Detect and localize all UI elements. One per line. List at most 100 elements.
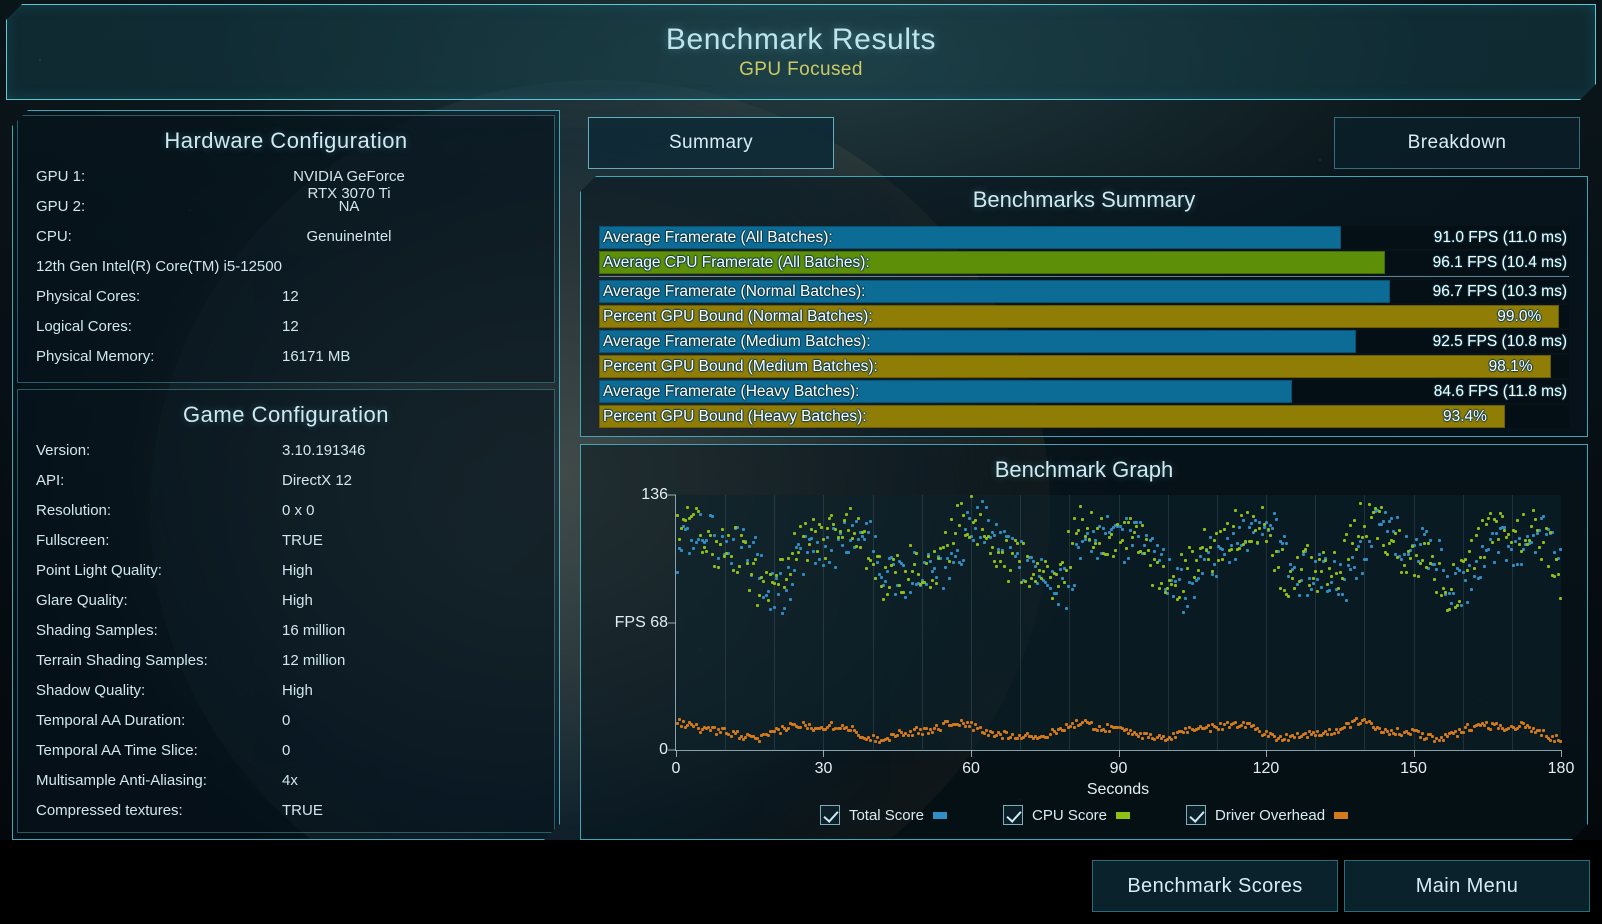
data-point [946,720,949,723]
data-point [884,566,887,569]
data-point [703,546,706,549]
y-axis-tick-mark [668,495,676,496]
tab-summary[interactable]: Summary [588,117,834,169]
data-point [1398,529,1401,532]
data-point [1199,555,1202,558]
data-point [1258,521,1261,524]
data-point [1400,558,1403,561]
data-point [1005,731,1008,734]
grid-line [1168,495,1169,750]
game-row: Glare Quality: High [18,592,554,622]
data-point [1545,533,1548,536]
legend-item[interactable]: CPU Score [1003,805,1130,825]
data-point [1261,506,1264,509]
data-point [1296,732,1299,735]
benchmark-scores-button[interactable]: Benchmark Scores [1092,860,1338,912]
data-point [711,553,714,556]
data-point [999,531,1002,534]
data-point [1106,723,1109,726]
data-point [1378,510,1381,513]
hardware-configuration-panel: Hardware Configuration GPU 1: NVIDIA GeFo… [17,115,555,383]
legend-item[interactable]: Driver Overhead [1186,805,1348,825]
data-point [1347,558,1350,561]
grid-line [774,495,775,750]
data-point [721,535,724,538]
grid-line [1364,495,1365,750]
data-point [1197,577,1200,580]
data-point [808,543,811,546]
data-point [1380,506,1383,509]
checkbox-icon[interactable] [1003,805,1023,825]
data-point [847,529,850,532]
data-point [944,566,947,569]
data-point [785,578,788,581]
data-point [832,523,835,526]
grid-line [1020,495,1021,750]
data-point [1392,540,1395,543]
data-point [933,567,936,570]
data-point [1532,534,1535,537]
data-point [810,537,813,540]
data-point [1221,548,1224,551]
data-point [1326,733,1329,736]
data-point [1320,586,1323,589]
data-point [1217,559,1220,562]
game-value: High [282,682,313,699]
summary-bar-value: 96.7 FPS (10.3 ms) [1432,282,1567,300]
data-point [1361,572,1364,575]
main-menu-button[interactable]: Main Menu [1344,860,1590,912]
data-point [1145,534,1148,537]
data-point [1454,730,1457,733]
data-point [917,573,920,576]
data-point [767,590,770,593]
game-key: Fullscreen: [36,532,110,549]
hardware-key: Physical Memory: [36,348,155,365]
data-point [1308,577,1311,580]
data-point [919,728,922,731]
data-point [904,570,907,573]
data-point [1382,520,1385,523]
data-point [1042,570,1045,573]
data-point [717,566,720,569]
data-point [1355,577,1358,580]
data-point [946,544,949,547]
data-point [1090,550,1093,553]
data-point [1473,567,1476,570]
checkbox-icon[interactable] [1186,805,1206,825]
data-point [1201,546,1204,549]
data-point [1170,583,1173,586]
data-point [1559,548,1562,551]
legend-item[interactable]: Total Score [820,805,947,825]
data-point [1205,549,1208,552]
checkbox-icon[interactable] [820,805,840,825]
data-point [902,564,905,567]
game-row: Compressed textures: TRUE [18,802,554,832]
data-point [777,583,780,586]
data-point [950,518,953,521]
data-point [1281,548,1284,551]
data-point [888,586,891,589]
data-point [1098,542,1101,545]
tab-breakdown[interactable]: Breakdown [1334,117,1580,169]
data-point [1055,592,1058,595]
data-point [1273,735,1276,738]
x-axis-tick-label: 150 [1400,760,1427,777]
data-point [1522,722,1525,725]
data-point [773,606,776,609]
data-point [1032,560,1035,563]
data-point [1230,548,1233,551]
data-point [678,718,681,721]
data-point [970,495,973,498]
data-point [960,563,963,566]
grid-line [1414,495,1415,750]
data-point [1452,732,1455,735]
data-point [1186,567,1189,570]
data-point [692,547,695,550]
data-point [1145,732,1148,735]
data-point [1100,517,1103,520]
data-point [1129,729,1132,732]
data-point [1123,561,1126,564]
data-point [1197,727,1200,730]
data-point [1081,518,1084,521]
data-point [841,544,844,547]
